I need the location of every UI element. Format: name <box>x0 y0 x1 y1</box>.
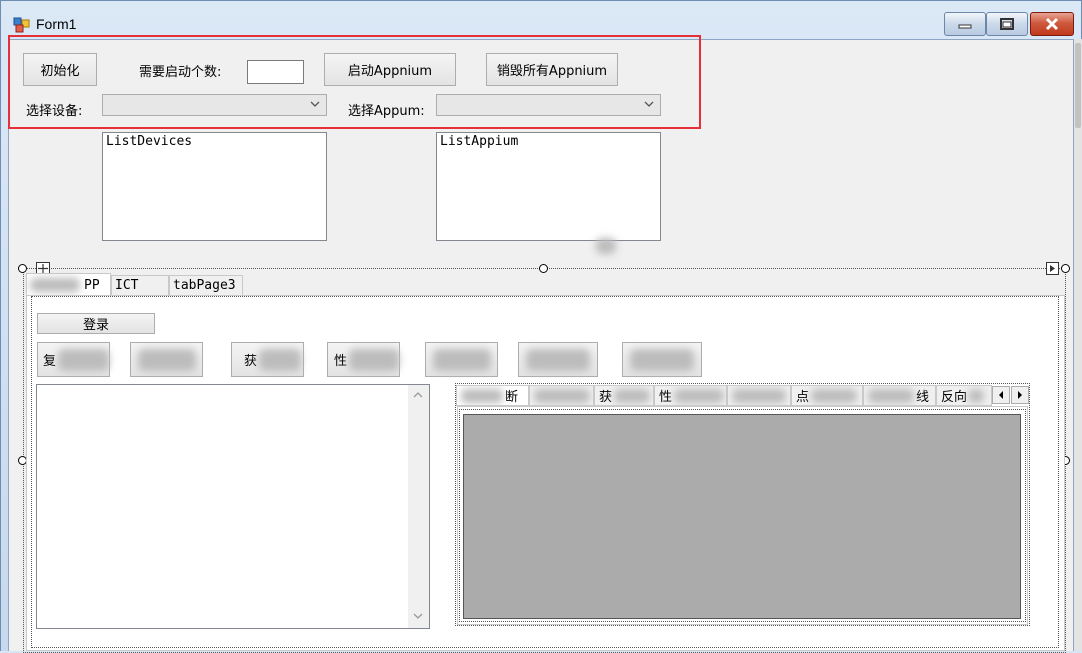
inner-tab-6[interactable]: 点 <box>791 385 863 406</box>
close-icon <box>1045 17 1059 31</box>
action-button-1[interactable]: 复 <box>37 342 110 377</box>
resize-handle[interactable] <box>18 264 27 273</box>
inner-tab-7-label: 线 <box>916 390 930 405</box>
inner-tab-5[interactable] <box>727 385 791 406</box>
minimize-icon <box>958 24 972 29</box>
resize-handle[interactable] <box>1061 264 1070 273</box>
inner-tab-4[interactable]: 性 <box>654 385 727 406</box>
redaction-blur <box>811 388 858 403</box>
window-scrollbar[interactable] <box>1074 39 1082 651</box>
action-button-4[interactable]: 性 <box>327 342 400 377</box>
tab-page3[interactable]: tabPage3 <box>169 275 243 296</box>
smart-tag-icon[interactable] <box>1046 262 1059 275</box>
output-scrollbar[interactable] <box>408 385 429 628</box>
window-title: Form1 <box>36 16 77 32</box>
title-bar[interactable] <box>1 1 1081 39</box>
minimize-button[interactable] <box>944 12 986 36</box>
content-panel <box>463 414 1021 619</box>
action-button-4-label: 性 <box>334 354 348 369</box>
redaction-blur <box>674 388 725 403</box>
inner-tab-6-label: 点 <box>796 390 810 405</box>
tab-scroll-right-icon[interactable] <box>1011 386 1029 404</box>
action-button-3-label: 获 <box>244 354 258 369</box>
redaction-blur <box>526 348 590 371</box>
inner-tab-4-label: 性 <box>659 390 673 405</box>
action-button-1-label: 复 <box>43 354 57 369</box>
redaction-blur <box>534 388 590 403</box>
devices-listbox[interactable]: ListDevices <box>102 132 327 241</box>
login-button[interactable]: 登录 <box>37 313 155 334</box>
inner-tab-7[interactable]: 线 <box>863 385 936 406</box>
inner-tab-3-label: 获 <box>599 390 613 405</box>
redaction-blur <box>868 388 914 403</box>
tab-app-label: PP <box>84 277 100 293</box>
redaction-blur <box>614 388 651 403</box>
redaction-blur <box>259 348 302 371</box>
redaction-blur <box>732 388 786 403</box>
close-button[interactable] <box>1030 12 1074 36</box>
inner-tab-1-label: 断 <box>505 390 519 405</box>
inner-tab-1[interactable]: 断 <box>456 385 529 406</box>
maximize-icon <box>1000 18 1014 30</box>
inner-tab-3[interactable]: 获 <box>594 385 654 406</box>
appium-listbox[interactable]: ListAppium <box>436 132 661 241</box>
tab-ict[interactable]: ICT <box>111 275 169 296</box>
action-button-5[interactable] <box>425 342 498 377</box>
resize-handle[interactable] <box>539 264 548 273</box>
redaction-blur <box>137 348 196 371</box>
redaction-blur <box>30 278 80 292</box>
inner-tab-2[interactable] <box>529 385 594 406</box>
action-button-3[interactable]: 获 <box>231 342 304 377</box>
redaction-blur <box>630 348 694 371</box>
maximize-button[interactable] <box>986 12 1028 36</box>
app-icon <box>13 17 31 33</box>
action-button-2[interactable] <box>130 342 203 377</box>
inner-tab-8-label: 反向 <box>941 390 968 405</box>
window-scrollbar-thumb[interactable] <box>1075 43 1081 128</box>
tab-app[interactable]: PP <box>26 273 111 296</box>
scroll-down-icon[interactable] <box>412 611 424 621</box>
redaction-blur <box>349 348 399 371</box>
tab-scroll-left-icon[interactable] <box>992 386 1010 404</box>
output-textarea[interactable] <box>36 384 430 629</box>
redaction-blur <box>432 348 491 371</box>
redaction-blur <box>461 388 503 403</box>
scroll-up-icon[interactable] <box>412 390 424 400</box>
inner-tab-8[interactable]: 反向 <box>936 385 992 406</box>
action-button-7[interactable] <box>622 342 702 377</box>
redaction-blur <box>968 388 985 403</box>
redaction-blur <box>58 348 109 371</box>
redaction-blur <box>596 238 616 254</box>
highlight-annotation <box>8 35 701 129</box>
action-button-6[interactable] <box>518 342 598 377</box>
